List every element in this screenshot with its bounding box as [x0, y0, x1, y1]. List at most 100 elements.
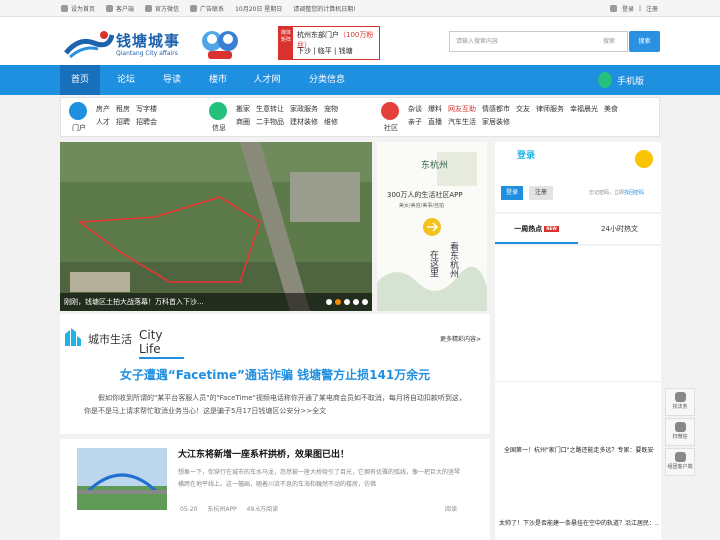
- section-header: 城市生活 City Life: [64, 324, 184, 359]
- article-meta: 05-20 东杭州APP 49.6万阅读 阅读: [180, 504, 465, 513]
- link[interactable]: 家政服务: [290, 103, 318, 116]
- link[interactable]: 直播: [428, 116, 442, 129]
- site-logo[interactable]: 钱塘城事 Qiantang City affairs: [64, 27, 194, 61]
- link[interactable]: 招聘会: [136, 116, 157, 129]
- article-title[interactable]: 大江东将新增一座系杆拱桥，效果图已出！: [178, 447, 349, 460]
- headline[interactable]: 女子遭遇“Facetime”通话诈骗 钱塘警方止损141万余元: [60, 366, 490, 383]
- ad-title: 300万人的生活社区APP: [387, 191, 463, 199]
- user-icon: [609, 5, 617, 12]
- slide-dot[interactable]: [362, 299, 368, 305]
- link[interactable]: 租房: [116, 103, 130, 116]
- nav-jobs[interactable]: 人才网: [244, 65, 290, 95]
- home-icon: [61, 5, 68, 12]
- category-community: 社区 杂谈 爆料 网友互助 情感都市 交友 律师服务 幸福晨光 美食 亲子 直播 汽车生活 家居装修: [373, 98, 658, 138]
- portal-banner[interactable]: 媒体矩阵 杭州东部门户（100万粉丝） 下沙 | 临平 | 钱塘: [278, 26, 380, 60]
- headset-icon: [674, 392, 686, 402]
- more-link[interactable]: 更多精彩内容>: [440, 334, 481, 343]
- link[interactable]: 建材装修: [290, 116, 318, 129]
- article-thumbnail: [77, 448, 167, 510]
- logo-icon: [64, 31, 115, 59]
- nav-property[interactable]: 楼市: [198, 65, 238, 95]
- slide-dot[interactable]: [326, 299, 332, 305]
- link[interactable]: 爆料: [428, 103, 442, 116]
- hot-news-item[interactable]: 太帅了！下沙是否能建一条悬挂在空中的轨道？沿江居民：...: [499, 518, 659, 527]
- article-date: 05-20: [180, 506, 198, 513]
- main-nav: 首页 论坛 导读 楼市 人才网 分类信息 手机版: [0, 65, 720, 95]
- link[interactable]: 写字楼: [136, 103, 157, 116]
- tab-weekly-hot[interactable]: 一周热点 NEW: [495, 214, 578, 244]
- search-select[interactable]: 搜索: [603, 31, 615, 52]
- section-title-en: City Life: [139, 328, 184, 359]
- link[interactable]: 情感都市: [482, 103, 510, 116]
- article-excerpt: 想象一下，你穿行在城市的车水马龙，忽然被一座大桥吸引了目光，它拥有优雅的弧线，像…: [178, 469, 461, 488]
- ad-contact-link[interactable]: 广告联系: [190, 4, 224, 13]
- link[interactable]: 搬家: [236, 103, 250, 116]
- login-button[interactable]: 登录: [501, 186, 523, 200]
- portal-tag: 媒体矩阵: [279, 27, 293, 59]
- brand-name: 钱塘城事: [116, 32, 181, 50]
- nav-forum[interactable]: 论坛: [106, 65, 146, 95]
- divider: [495, 381, 661, 382]
- float-legal[interactable]: 找法务: [665, 388, 695, 416]
- nav-home[interactable]: 首页: [60, 65, 100, 95]
- article-source: 东杭州APP: [207, 506, 237, 513]
- nav-classifieds[interactable]: 分类信息: [300, 65, 354, 95]
- forgot-password-link[interactable]: 找回密码: [624, 190, 644, 196]
- ad-line2: 在这里: [428, 250, 438, 277]
- link[interactable]: 家居装修: [482, 116, 510, 129]
- link[interactable]: 商圈: [236, 116, 250, 129]
- link[interactable]: 美食: [604, 103, 618, 116]
- client-link[interactable]: 客户端: [106, 4, 134, 13]
- portal-title: 杭州东部门户: [297, 31, 339, 39]
- link[interactable]: 律师服务: [536, 103, 564, 116]
- featured-slideshow[interactable]: 刚刚，钱塘区土拍大战落幕！万科首入下沙...: [60, 142, 372, 311]
- link[interactable]: 杂谈: [408, 103, 422, 116]
- link[interactable]: 交友: [516, 103, 530, 116]
- globe-icon: [69, 102, 87, 120]
- search-input[interactable]: 请输入搜索内容: [449, 31, 628, 52]
- wechat-icon: [145, 5, 153, 12]
- article-views: 49.6万阅读: [246, 506, 278, 513]
- slide-dot[interactable]: [335, 299, 341, 305]
- link[interactable]: 二手物品: [256, 116, 284, 129]
- ad-logo: 东杭州: [421, 159, 448, 171]
- register-link[interactable]: 注册: [646, 4, 658, 13]
- link[interactable]: 汽车生活: [448, 116, 476, 129]
- tab-24h-hot[interactable]: 24小时热文: [578, 214, 661, 244]
- link[interactable]: 人才: [96, 116, 110, 129]
- link[interactable]: 幸福晨光: [570, 103, 598, 116]
- section-title-cn: 城市生活: [88, 333, 132, 346]
- ad-line1: 看东杭州: [448, 242, 458, 278]
- link[interactable]: 网友互助: [448, 103, 476, 116]
- slide-dot[interactable]: [353, 299, 359, 305]
- new-badge: NEW: [544, 226, 559, 232]
- app-ad-banner[interactable]: 东杭州 300万人的生活社区APP 美女/美容/美事/自拍 看东杭州 在这里: [377, 142, 487, 311]
- login-link[interactable]: 登录: [622, 4, 634, 13]
- link[interactable]: 招聘: [116, 116, 130, 129]
- float-client[interactable]: 组团客户端: [665, 448, 695, 476]
- hot-list: 全国第一！杭州"家门口"之路还能走多远？专家：要既安�... 太帅了！下沙是否能…: [495, 246, 661, 540]
- link[interactable]: 房产: [96, 103, 110, 116]
- login-panel: 登录 登录 注册 忘记密码，立即找回密码: [495, 142, 661, 212]
- nav-guide[interactable]: 导读: [152, 65, 192, 95]
- portal-links: 下沙 | 临平 | 钱塘: [297, 47, 353, 55]
- category-portal: 门户 房产 租房 写字楼 人才 招聘 招聘会: [61, 98, 206, 138]
- link[interactable]: 生意转让: [256, 103, 284, 116]
- wechat-link[interactable]: 官方微信: [145, 4, 179, 13]
- link[interactable]: 宠物: [324, 103, 338, 116]
- set-home-link[interactable]: 设为首页: [61, 4, 95, 13]
- building-icon: [65, 328, 81, 346]
- headline-summary[interactable]: 假如你收到所谓的"某平台客服人员"的"FaceTime"视频电话称你开通了某电商…: [84, 392, 472, 418]
- community-icon: [381, 102, 399, 120]
- link[interactable]: 亲子: [408, 116, 422, 129]
- phone-icon: [598, 72, 612, 88]
- slide-dot[interactable]: [344, 299, 350, 305]
- hot-news-item[interactable]: 全国第一！杭州"家门口"之路还能走多远？专家：要既安�...: [504, 445, 654, 454]
- mobile-version-link[interactable]: 手机版: [598, 71, 644, 89]
- float-wechat[interactable]: 扫微信: [665, 418, 695, 446]
- search-button[interactable]: 搜索: [629, 31, 660, 52]
- city-life-section: 城市生活 City Life 更多精彩内容> 女子遭遇“Facetime”通话诈…: [60, 314, 490, 540]
- read-count: 阅读: [444, 506, 457, 513]
- link[interactable]: 维修: [324, 116, 338, 129]
- register-button[interactable]: 注册: [529, 186, 553, 200]
